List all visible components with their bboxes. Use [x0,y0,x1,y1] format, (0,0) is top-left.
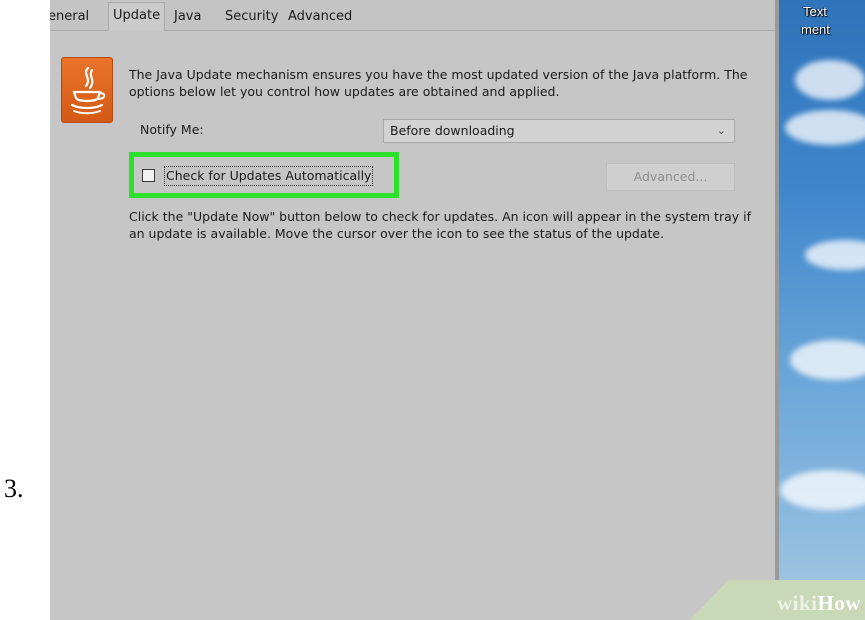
wikihow-watermark: wikiHow [776,591,861,615]
chevron-down-icon: ⌄ [716,124,726,137]
tab-java[interactable]: Java [170,5,205,29]
notify-me-select[interactable]: Before downloading ⌄ [383,119,735,143]
auto-update-checkbox[interactable] [142,169,155,182]
advanced-button[interactable]: Advanced... [606,163,735,191]
java-coffee-cup-icon [61,57,113,123]
cloud [790,340,865,380]
window-edge [775,0,779,620]
tab-general[interactable]: eneral [50,5,93,29]
step-number: 3. [4,474,24,503]
tab-advanced[interactable]: Advanced [284,5,356,29]
update-info-text: Click the "Update Now" button below to c… [129,209,751,241]
desktop-icon-label: Text [803,4,827,19]
cloud [805,240,865,270]
tab-bar: eneral Update Java Security Advanced [50,0,775,31]
tab-update[interactable]: Update [108,2,166,31]
notify-me-label: Notify Me: [140,122,204,137]
update-description: The Java Update mechanism ensures you ha… [129,67,748,99]
cloud [780,470,865,510]
screenshot: eneral Update Java Security Advanced The… [50,0,865,620]
tab-security[interactable]: Security [221,5,282,29]
cloud [795,60,865,100]
notify-me-value: Before downloading [390,123,515,138]
cloud [785,110,865,145]
desktop-wallpaper: Text ment [775,0,865,620]
auto-update-label[interactable]: Check for Updates Automatically [164,166,374,186]
desktop-icon-label: ment [801,22,830,37]
